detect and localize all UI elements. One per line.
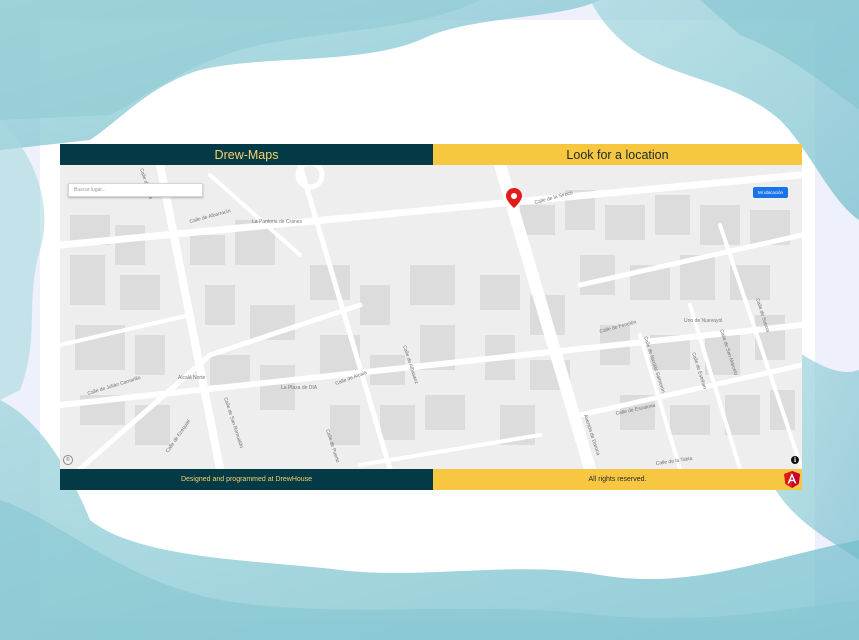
brand-title[interactable]: Drew-Maps [60,144,433,165]
place-label: Uno de Nuevayol [684,318,722,324]
footer-rights-area: All rights reserved. [433,469,802,490]
map-view[interactable]: Calle de Albarracín Calle de la Siroco C… [60,165,802,469]
place-label: La Pantoria de Cranes [252,219,303,225]
place-label: Alcalá Norte [178,375,205,381]
map-canvas[interactable]: Calle de Albarracín Calle de la Siroco C… [60,165,802,469]
footer-credit: Designed and programmed at DrewHouse [60,469,433,490]
section-title: Look for a location [433,144,802,165]
footer-rights: All rights reserved. [588,476,647,483]
place-label: La Plaza de DIA [281,385,318,391]
info-icon[interactable]: i [791,456,799,464]
angular-icon [784,471,800,488]
my-location-button[interactable]: Mi ubicación [753,187,788,198]
app-header: Drew-Maps Look for a location [60,144,802,165]
map-attribution-icon[interactable]: © [63,455,73,465]
search-input[interactable] [68,183,203,197]
app-window: Drew-Maps Look for a location Calle de A… [60,144,802,490]
app-footer: Designed and programmed at DrewHouse All… [60,469,802,490]
